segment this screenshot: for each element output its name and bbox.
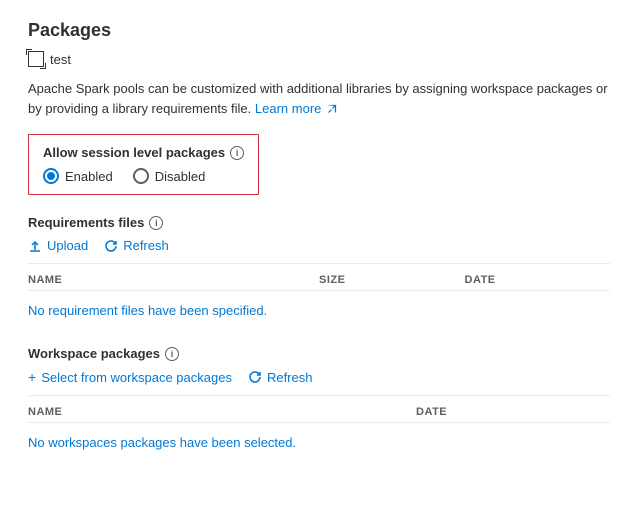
workspace-refresh-button[interactable]: Refresh (248, 370, 313, 385)
workspace-packages-info-icon[interactable]: i (165, 347, 179, 361)
requirements-col-name: NAME (28, 274, 319, 286)
upload-button[interactable]: Upload (28, 238, 88, 253)
workspace-refresh-label: Refresh (267, 370, 313, 385)
disabled-radio-circle (133, 168, 149, 184)
pool-icon (28, 51, 44, 67)
requirements-empty-message: No requirement files have been specified… (28, 295, 610, 326)
description-text: Apache Spark pools can be customized wit… (28, 79, 610, 118)
test-label: test (28, 51, 610, 67)
workspace-col-date: DATE (416, 406, 610, 418)
requirements-section: Requirements files i Upload Refresh (28, 215, 610, 326)
page-title: Packages (28, 20, 610, 41)
workspace-col-name: NAME (28, 406, 416, 418)
requirements-table-header: NAME SIZE DATE (28, 270, 610, 291)
session-packages-label: Allow session level packages i (43, 145, 244, 160)
enabled-radio-label: Enabled (65, 169, 113, 184)
disabled-radio[interactable]: Disabled (133, 168, 206, 184)
workspace-packages-toolbar: + Select from workspace packages Refresh (28, 369, 610, 385)
session-packages-info-icon[interactable]: i (230, 146, 244, 160)
requirements-refresh-button[interactable]: Refresh (104, 238, 169, 253)
workspace-empty-message: No workspaces packages have been selecte… (28, 427, 610, 458)
workspace-refresh-icon (248, 370, 262, 384)
requirements-divider (28, 263, 610, 264)
requirements-col-date: DATE (465, 274, 611, 286)
requirements-col-size: SIZE (319, 274, 465, 286)
select-packages-label: Select from workspace packages (41, 370, 232, 385)
select-packages-button[interactable]: + Select from workspace packages (28, 369, 232, 385)
workspace-packages-header: Workspace packages i (28, 346, 610, 361)
requirements-toolbar: Upload Refresh (28, 238, 610, 253)
pool-name: test (50, 52, 71, 67)
requirements-header: Requirements files i (28, 215, 610, 230)
session-packages-box: Allow session level packages i Enabled D… (28, 134, 259, 195)
workspace-packages-divider (28, 395, 610, 396)
disabled-radio-label: Disabled (155, 169, 206, 184)
workspace-table-header: NAME DATE (28, 402, 610, 423)
workspace-packages-section: Workspace packages i + Select from works… (28, 346, 610, 458)
learn-more-link[interactable]: Learn more (255, 101, 337, 116)
upload-icon (28, 239, 42, 253)
session-packages-radio-group: Enabled Disabled (43, 168, 244, 184)
requirements-refresh-icon (104, 239, 118, 253)
enabled-radio-circle (43, 168, 59, 184)
external-link-icon (327, 104, 337, 114)
enabled-radio[interactable]: Enabled (43, 168, 113, 184)
upload-label: Upload (47, 238, 88, 253)
requirements-info-icon[interactable]: i (149, 216, 163, 230)
requirements-refresh-label: Refresh (123, 238, 169, 253)
plus-icon: + (28, 369, 36, 385)
